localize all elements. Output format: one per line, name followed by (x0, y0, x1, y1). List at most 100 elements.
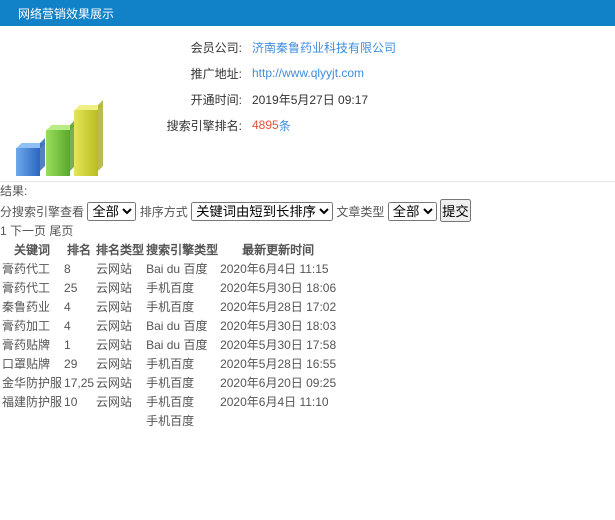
last-page-button[interactable]: 尾页 (49, 224, 73, 238)
keyword-cell (2, 412, 62, 429)
baidu-logo-bai: Bai (146, 262, 164, 276)
rank-link[interactable]: 25 (64, 281, 77, 295)
baidu-logo-du: du (166, 338, 181, 352)
table-row: 膏药贴牌 1 云网站 Bai du 百度 2020年5月30日 17:58 (2, 336, 336, 353)
baidu-logo-bai: Bai (146, 338, 164, 352)
baidu-logo: Bai du 百度 (146, 338, 207, 352)
info-row: 开通时间: 2019年5月27日 09:17 (150, 86, 396, 112)
info-label: 会员公司: (190, 40, 242, 55)
page: 网络营销效果展示 会员公司: 济南秦鲁药业科技有限公司 推广地址: http:/… (0, 0, 615, 520)
table-row: 口罩贴牌 29 云网站 手机百度 2020年5月28日 16:55 (2, 355, 336, 372)
sort-select[interactable]: 关键词由短到长排序 (191, 202, 334, 221)
table-row: 膏药代工 8 云网站 Bai du 百度 2020年6月4日 11:15 (2, 260, 336, 277)
rank-link[interactable]: 29 (64, 357, 77, 371)
baidu-logo-du: du (166, 262, 181, 276)
article-select-wrap: 全部 (387, 202, 440, 221)
filter-bar: 结果: 分搜索引擎查看 全部 排序方式 关键词由短到长排序 文章类型 全部 提交 (0, 182, 615, 222)
updated-cell: 2020年5月28日 16:55 (220, 357, 337, 371)
rank-link[interactable]: 17,25 (64, 376, 94, 390)
submit-button[interactable]: 提交 (440, 199, 471, 222)
page-title: 网络营销效果展示 (18, 6, 115, 21)
mobile-baidu-label: 手机百度 (146, 281, 195, 295)
baidu-logo-cn: 百度 (183, 338, 208, 352)
keyword-cell: 膏药代工 (2, 262, 51, 276)
rank-type-cell: 云网站 (96, 319, 133, 333)
engine-cell: 手机百度 (146, 279, 218, 296)
next-page-button[interactable]: 下一页 (10, 224, 46, 238)
rank-link[interactable]: 4 (64, 300, 71, 314)
rank-type-cell (96, 412, 144, 429)
chart-bar-yellow (74, 110, 98, 176)
rank-link[interactable]: 4 (64, 319, 71, 333)
baidu-paw-icon: du (167, 338, 180, 352)
rank-link[interactable]: 1 (64, 338, 71, 352)
updated-cell: 2020年5月30日 17:58 (220, 338, 337, 352)
sort-filter-label: 排序方式 (139, 205, 188, 219)
rank-type-cell: 云网站 (96, 262, 133, 276)
mobile-baidu-badge: 手机百度 (146, 395, 194, 409)
rank-type-cell: 云网站 (96, 338, 133, 352)
mobile-baidu-label: 手机百度 (146, 300, 195, 314)
engine-cell: 手机百度 (146, 412, 218, 429)
mobile-baidu-badge: 手机百度 (146, 281, 194, 295)
rank-type-cell: 云网站 (96, 357, 133, 371)
info-label: 开通时间: (190, 92, 242, 107)
filter-controls: 分搜索引擎查看 全部 排序方式 关键词由短到长排序 文章类型 全部 提交 (0, 199, 615, 222)
keyword-cell: 口罩贴牌 (2, 357, 51, 371)
updated-cell: 2020年6月4日 11:10 (220, 395, 329, 409)
engine-select-wrap: 全部 (87, 202, 139, 221)
engine-cell: 手机百度 (146, 355, 218, 372)
updated-cell (220, 412, 336, 429)
info-section: 会员公司: 济南秦鲁药业科技有限公司 推广地址: http://www.qlyy… (0, 26, 615, 182)
engine-filter-label: 分搜索引擎查看 (0, 205, 85, 219)
engine-select[interactable]: 全部 (87, 202, 137, 221)
header-rank: 排名 (67, 243, 92, 257)
baidu-logo: Bai du 百度 (146, 262, 207, 276)
info-row: 搜索引擎排名: 4895 条 (150, 112, 396, 138)
mobile-baidu-badge: 手机百度 (146, 414, 194, 428)
engine-cell: Bai du 百度 (146, 336, 218, 353)
keyword-cell: 秦鲁药业 (2, 300, 51, 314)
rank-type-cell: 云网站 (96, 395, 133, 409)
rank-link[interactable]: 10 (64, 395, 77, 409)
mobile-baidu-label: 手机百度 (146, 395, 195, 409)
rank-type-cell: 云网站 (96, 281, 133, 295)
table-row: 手机百度 (2, 412, 336, 429)
updated-cell: 2020年5月30日 18:06 (220, 281, 337, 295)
keyword-cell: 福建防护服 (2, 395, 63, 409)
pagination: 1 下一页 尾页 (0, 222, 615, 239)
mobile-baidu-badge: 手机百度 (146, 300, 194, 314)
baidu-logo-du: du (166, 319, 181, 333)
header-updated: 最新更新时间 (242, 243, 315, 257)
mobile-baidu-badge: 手机百度 (146, 357, 194, 371)
keyword-cell: 金华防护服 (2, 376, 63, 390)
page-1-button[interactable]: 1 (0, 224, 7, 238)
engine-cell: 手机百度 (146, 298, 218, 315)
updated-cell: 2020年5月28日 17:02 (220, 300, 337, 314)
header-rank-type: 排名类型 (96, 243, 145, 257)
keyword-cell: 膏药代工 (2, 281, 51, 295)
keyword-rank-table: 关键词 排名 排名类型 搜索引擎类型 最新更新时间 膏药代工 8 云网站 Bai… (0, 239, 338, 431)
keyword-cell: 膏药贴牌 (2, 338, 51, 352)
engine-cell: 手机百度 (146, 393, 218, 410)
table-row: 秦鲁药业 4 云网站 手机百度 2020年5月28日 17:02 (2, 298, 336, 315)
info-row: 推广地址: http://www.qlyyjt.com (150, 60, 396, 86)
header-keyword: 关键词 (14, 243, 51, 257)
table-row: 福建防护服 10 云网站 手机百度 2020年6月4日 11:10 (2, 393, 336, 410)
info-list: 会员公司: 济南秦鲁药业科技有限公司 推广地址: http://www.qlyy… (150, 34, 396, 138)
info-label: 搜索引擎排名: (166, 118, 242, 133)
table-header-row: 关键词 排名 排名类型 搜索引擎类型 最新更新时间 (2, 241, 336, 258)
engine-cell: Bai du 百度 (146, 317, 218, 334)
info-value[interactable]: 济南秦鲁药业科技有限公司 (252, 39, 396, 56)
table-row: 膏药加工 4 云网站 Bai du 百度 2020年5月30日 18:03 (2, 317, 336, 334)
keyword-cell: 膏药加工 (2, 319, 51, 333)
article-select[interactable]: 全部 (387, 202, 437, 221)
baidu-logo-cn: 百度 (183, 319, 208, 333)
mobile-baidu-label: 手机百度 (146, 414, 195, 428)
baidu-logo: Bai du 百度 (146, 319, 207, 333)
info-value[interactable]: http://www.qlyyjt.com (252, 66, 364, 80)
mobile-baidu-label: 手机百度 (146, 357, 195, 371)
chart-bar-green (46, 130, 70, 176)
rank-link[interactable]: 8 (64, 262, 71, 276)
result-label: 结果: (0, 184, 28, 198)
